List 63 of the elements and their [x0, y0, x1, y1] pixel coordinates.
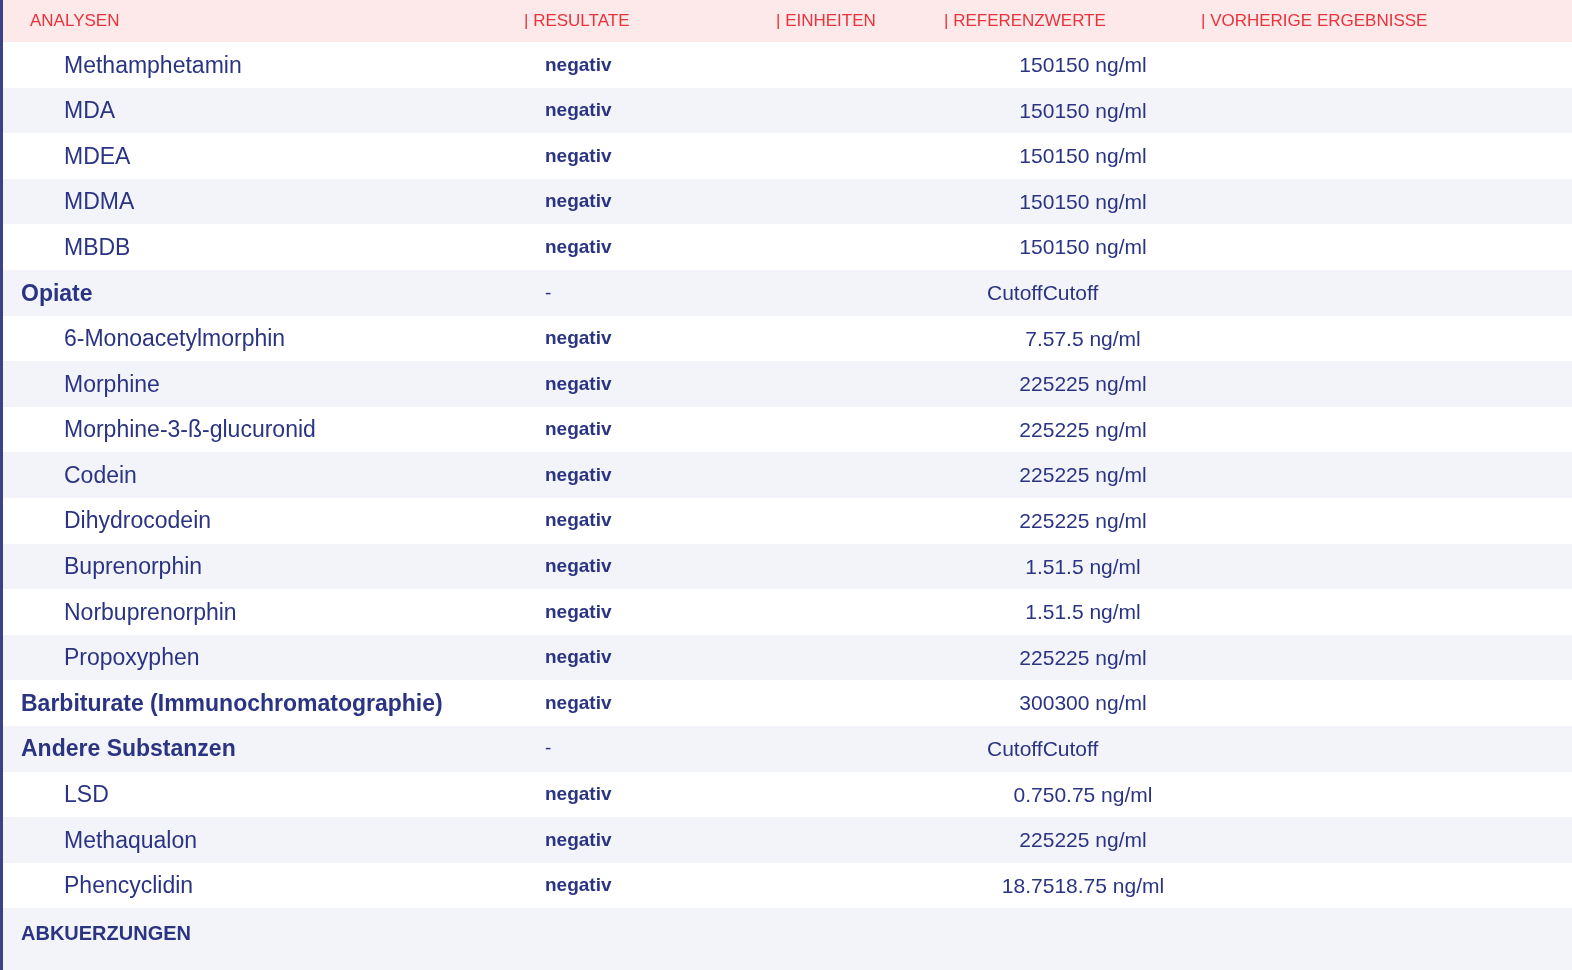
analyte-name: MDA — [63, 97, 116, 124]
result-value: negativ — [544, 600, 612, 622]
result-value: negativ — [544, 463, 612, 485]
result-value: negativ — [544, 555, 612, 577]
analyte-name: Methamphetamin — [63, 51, 242, 78]
column-header: | VORHERIGE ERGEBNISSE — [1201, 10, 1429, 33]
analyte-name: LSD — [63, 781, 109, 808]
result-value: - — [544, 281, 552, 303]
reference-value: 225225 ng/ml — [1019, 416, 1147, 443]
reference-value: 0.750.75 ng/ml — [1013, 781, 1153, 808]
section-heading: ABKUERZUNGEN — [20, 921, 192, 947]
reference-value: CutoffCutoff — [987, 280, 1099, 306]
analyte-name: Methaqualon — [63, 826, 197, 853]
analyte-name: Buprenorphin — [63, 553, 203, 580]
reference-value: 1.51.5 ng/ml — [1025, 599, 1141, 626]
reference-value: 300300 ng/ml — [1019, 690, 1147, 717]
reference-value: 150150 ng/ml — [1019, 234, 1147, 261]
reference-value: 150150 ng/ml — [1019, 188, 1147, 215]
analyte-name: Norbuprenorphin — [63, 598, 237, 625]
analyte-name: MDEA — [63, 142, 131, 169]
result-value: - — [544, 737, 552, 759]
analyte-name: Codein — [63, 461, 137, 488]
analyte-name: Morphine — [63, 370, 160, 397]
group-name: Barbiturate (Immunochromatographie) — [20, 689, 443, 716]
group-name: Opiate — [20, 279, 93, 306]
reference-value: 225225 ng/ml — [1019, 371, 1147, 398]
analyte-name: Phencyclidin — [63, 872, 194, 899]
result-value: negativ — [544, 99, 612, 121]
reference-value: 1.51.5 ng/ml — [1025, 553, 1141, 580]
result-value: negativ — [544, 828, 612, 850]
result-value: negativ — [544, 327, 612, 349]
column-header: ANALYSEN — [30, 10, 121, 33]
reference-value: 225225 ng/ml — [1019, 462, 1147, 489]
result-value: negativ — [544, 783, 612, 805]
result-value: negativ — [544, 874, 612, 896]
reference-value: 7.57.5 ng/ml — [1025, 325, 1141, 352]
result-value: negativ — [544, 372, 612, 394]
reference-value: 150150 ng/ml — [1019, 52, 1147, 79]
reference-value: 225225 ng/ml — [1019, 508, 1147, 534]
column-header: | REFERENZWERTE — [944, 10, 1107, 33]
reference-value: CutoffCutoff — [987, 735, 1099, 762]
analyte-name: Morphine-3-ß-glucuronid — [63, 416, 316, 443]
result-value: negativ — [544, 53, 612, 75]
result-value: negativ — [544, 144, 612, 166]
column-header: | EINHEITEN — [776, 10, 877, 33]
analyte-name: Propoxyphen — [63, 644, 200, 671]
reference-value: 225225 ng/ml — [1019, 827, 1147, 854]
column-header: | RESULTATE — [524, 10, 631, 33]
analyte-name: Dihydrocodein — [63, 507, 212, 534]
result-value: negativ — [544, 691, 612, 713]
analyte-name: MDMA — [63, 188, 135, 215]
result-value: negativ — [544, 235, 612, 257]
result-value: negativ — [544, 190, 612, 212]
reference-value: 225225 ng/ml — [1019, 644, 1147, 671]
analyte-name: 6-Monoacetylmorphin — [63, 325, 286, 352]
group-name: Andere Substanzen — [20, 735, 236, 762]
result-value: negativ — [544, 509, 612, 531]
reference-value: 150150 ng/ml — [1019, 143, 1147, 170]
result-value: negativ — [544, 418, 612, 440]
reference-value: 150150 ng/ml — [1019, 97, 1147, 124]
result-value: negativ — [544, 646, 612, 668]
analyte-name: MBDB — [63, 233, 131, 260]
reference-value: 18.7518.75 ng/ml — [1001, 872, 1165, 899]
